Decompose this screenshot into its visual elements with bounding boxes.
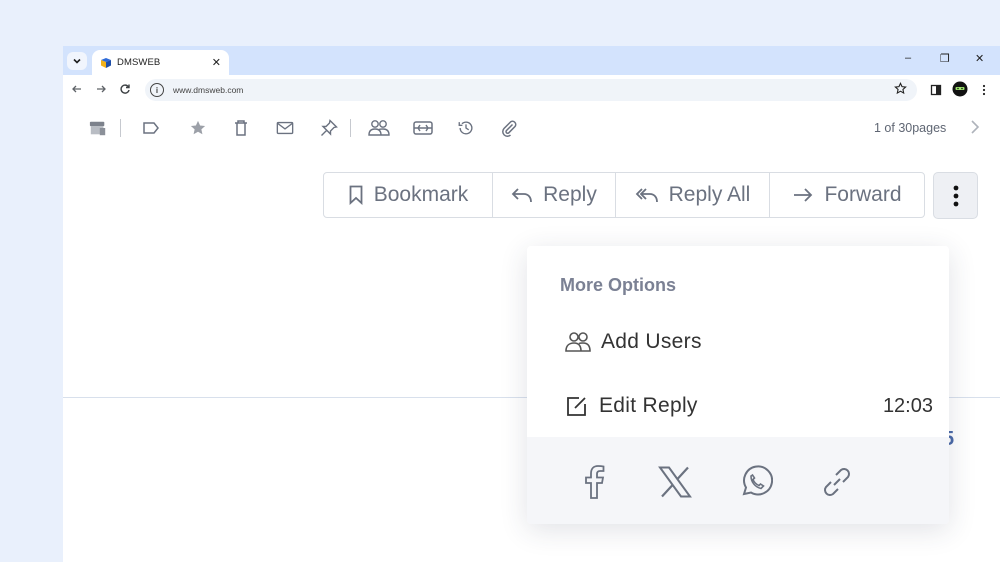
tab-search-button[interactable]: [67, 52, 87, 70]
restore-button[interactable]: ❐: [940, 52, 950, 65]
archive-icon[interactable]: [89, 119, 107, 137]
share-bar: [527, 437, 949, 524]
link-icon[interactable]: [818, 463, 856, 501]
edit-icon: [567, 397, 586, 416]
window-close-button[interactable]: ✕: [975, 52, 984, 65]
reply-all-label: Reply All: [668, 183, 751, 206]
more-options-menu: More Options Add Users Edit Reply 12:03: [527, 246, 949, 524]
tab-close-icon[interactable]: ✕: [212, 56, 221, 69]
kebab-menu-icon: [953, 185, 958, 206]
history-icon[interactable]: [457, 119, 475, 137]
browser-titlebar: DMSWEB ✕ – ❐ ✕: [63, 46, 1000, 75]
tab-title: DMSWEB: [117, 57, 161, 68]
next-page-icon[interactable]: [969, 118, 981, 141]
site-info-icon[interactable]: i: [150, 83, 164, 97]
mail-icon[interactable]: [276, 119, 294, 137]
users-icon: [565, 332, 591, 352]
star-icon[interactable]: [189, 119, 207, 137]
side-panel-icon[interactable]: [930, 83, 942, 101]
back-icon[interactable]: [71, 83, 83, 98]
reply-all-icon: [635, 188, 658, 203]
snooze-icon[interactable]: [412, 119, 434, 137]
bookmark-icon: [349, 185, 363, 205]
x-icon[interactable]: [656, 463, 694, 501]
toolbar-separator: [120, 119, 121, 137]
toolbar-separator: [350, 119, 351, 137]
reply-button[interactable]: Reply: [493, 173, 616, 217]
chevron-down-icon: [73, 58, 81, 64]
users-icon[interactable]: [368, 119, 390, 137]
bookmark-button[interactable]: Bookmark: [324, 173, 493, 217]
menu-header: More Options: [560, 275, 676, 295]
pin-icon[interactable]: [320, 119, 338, 137]
whatsapp-icon[interactable]: [737, 463, 775, 501]
forward-label: Forward: [824, 183, 902, 206]
edit-reply-time: 12:03: [882, 394, 933, 417]
attachment-icon[interactable]: [500, 119, 518, 137]
trash-icon[interactable]: [232, 119, 250, 137]
pagination-text: 1 of 30pages: [874, 121, 947, 135]
favicon-icon: [100, 57, 112, 69]
more-options-button[interactable]: [933, 172, 978, 219]
facebook-icon[interactable]: [575, 463, 613, 501]
menu-item-add-users[interactable]: Add Users: [565, 326, 925, 358]
bookmark-label: Bookmark: [373, 183, 469, 206]
url-text[interactable]: www.dmsweb.com: [173, 85, 243, 95]
mail-toolbar: 1 of 30pages: [63, 105, 1000, 151]
menu-item-edit-reply[interactable]: Edit Reply 12:03: [565, 390, 933, 422]
edit-reply-label: Edit Reply: [599, 394, 698, 417]
reply-all-button[interactable]: Reply All: [616, 173, 770, 217]
forward-icon[interactable]: [95, 83, 107, 98]
reload-icon[interactable]: [119, 83, 131, 98]
omnibox[interactable]: i www.dmsweb.com: [145, 79, 917, 101]
add-users-label: Add Users: [601, 330, 702, 353]
bookmark-star-icon[interactable]: [894, 82, 907, 98]
label-icon[interactable]: [142, 119, 160, 137]
address-bar-row: i www.dmsweb.com: [63, 75, 1000, 105]
forward-button[interactable]: Forward: [770, 173, 924, 217]
browser-menu-icon[interactable]: [981, 83, 987, 101]
message-actions: Bookmark Reply Reply All Forward: [323, 172, 925, 218]
reply-label: Reply: [543, 183, 597, 206]
minimize-button[interactable]: –: [905, 52, 911, 64]
profile-avatar[interactable]: [952, 81, 968, 102]
reply-icon: [511, 188, 533, 203]
forward-arrow-icon: [794, 188, 813, 202]
browser-tab[interactable]: DMSWEB ✕: [92, 50, 229, 75]
